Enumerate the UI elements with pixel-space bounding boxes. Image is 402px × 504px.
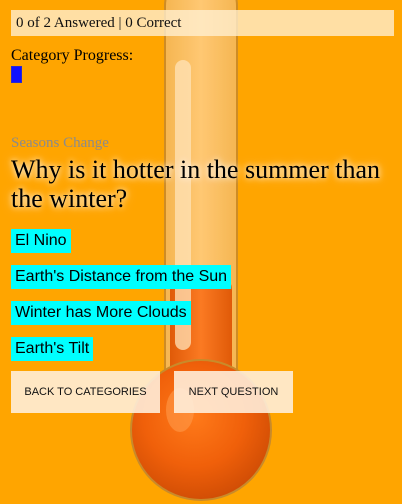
answer-option[interactable]: Earth's Tilt bbox=[11, 337, 94, 361]
question-subject: Seasons Change bbox=[11, 135, 109, 151]
answer-option[interactable]: El Nino bbox=[11, 229, 71, 253]
category-progress-bar bbox=[11, 66, 22, 83]
back-to-categories-button[interactable]: BACK TO CATEGORIES bbox=[11, 371, 160, 413]
category-progress-label: Category Progress: bbox=[11, 47, 134, 64]
answer-option[interactable]: Winter has More Clouds bbox=[11, 301, 191, 325]
quiz-status-bar: 0 of 2 Answered | 0 Correct bbox=[11, 10, 394, 36]
answer-option[interactable]: Earth's Distance from the Sun bbox=[11, 265, 232, 289]
answered-count-text: 0 of 2 Answered | 0 Correct bbox=[16, 15, 182, 31]
next-question-button[interactable]: NEXT QUESTION bbox=[174, 371, 293, 413]
question-text: Why is it hotter in the summer than the … bbox=[11, 155, 380, 213]
answer-list: El Nino Earth's Distance from the Sun Wi… bbox=[11, 229, 232, 373]
